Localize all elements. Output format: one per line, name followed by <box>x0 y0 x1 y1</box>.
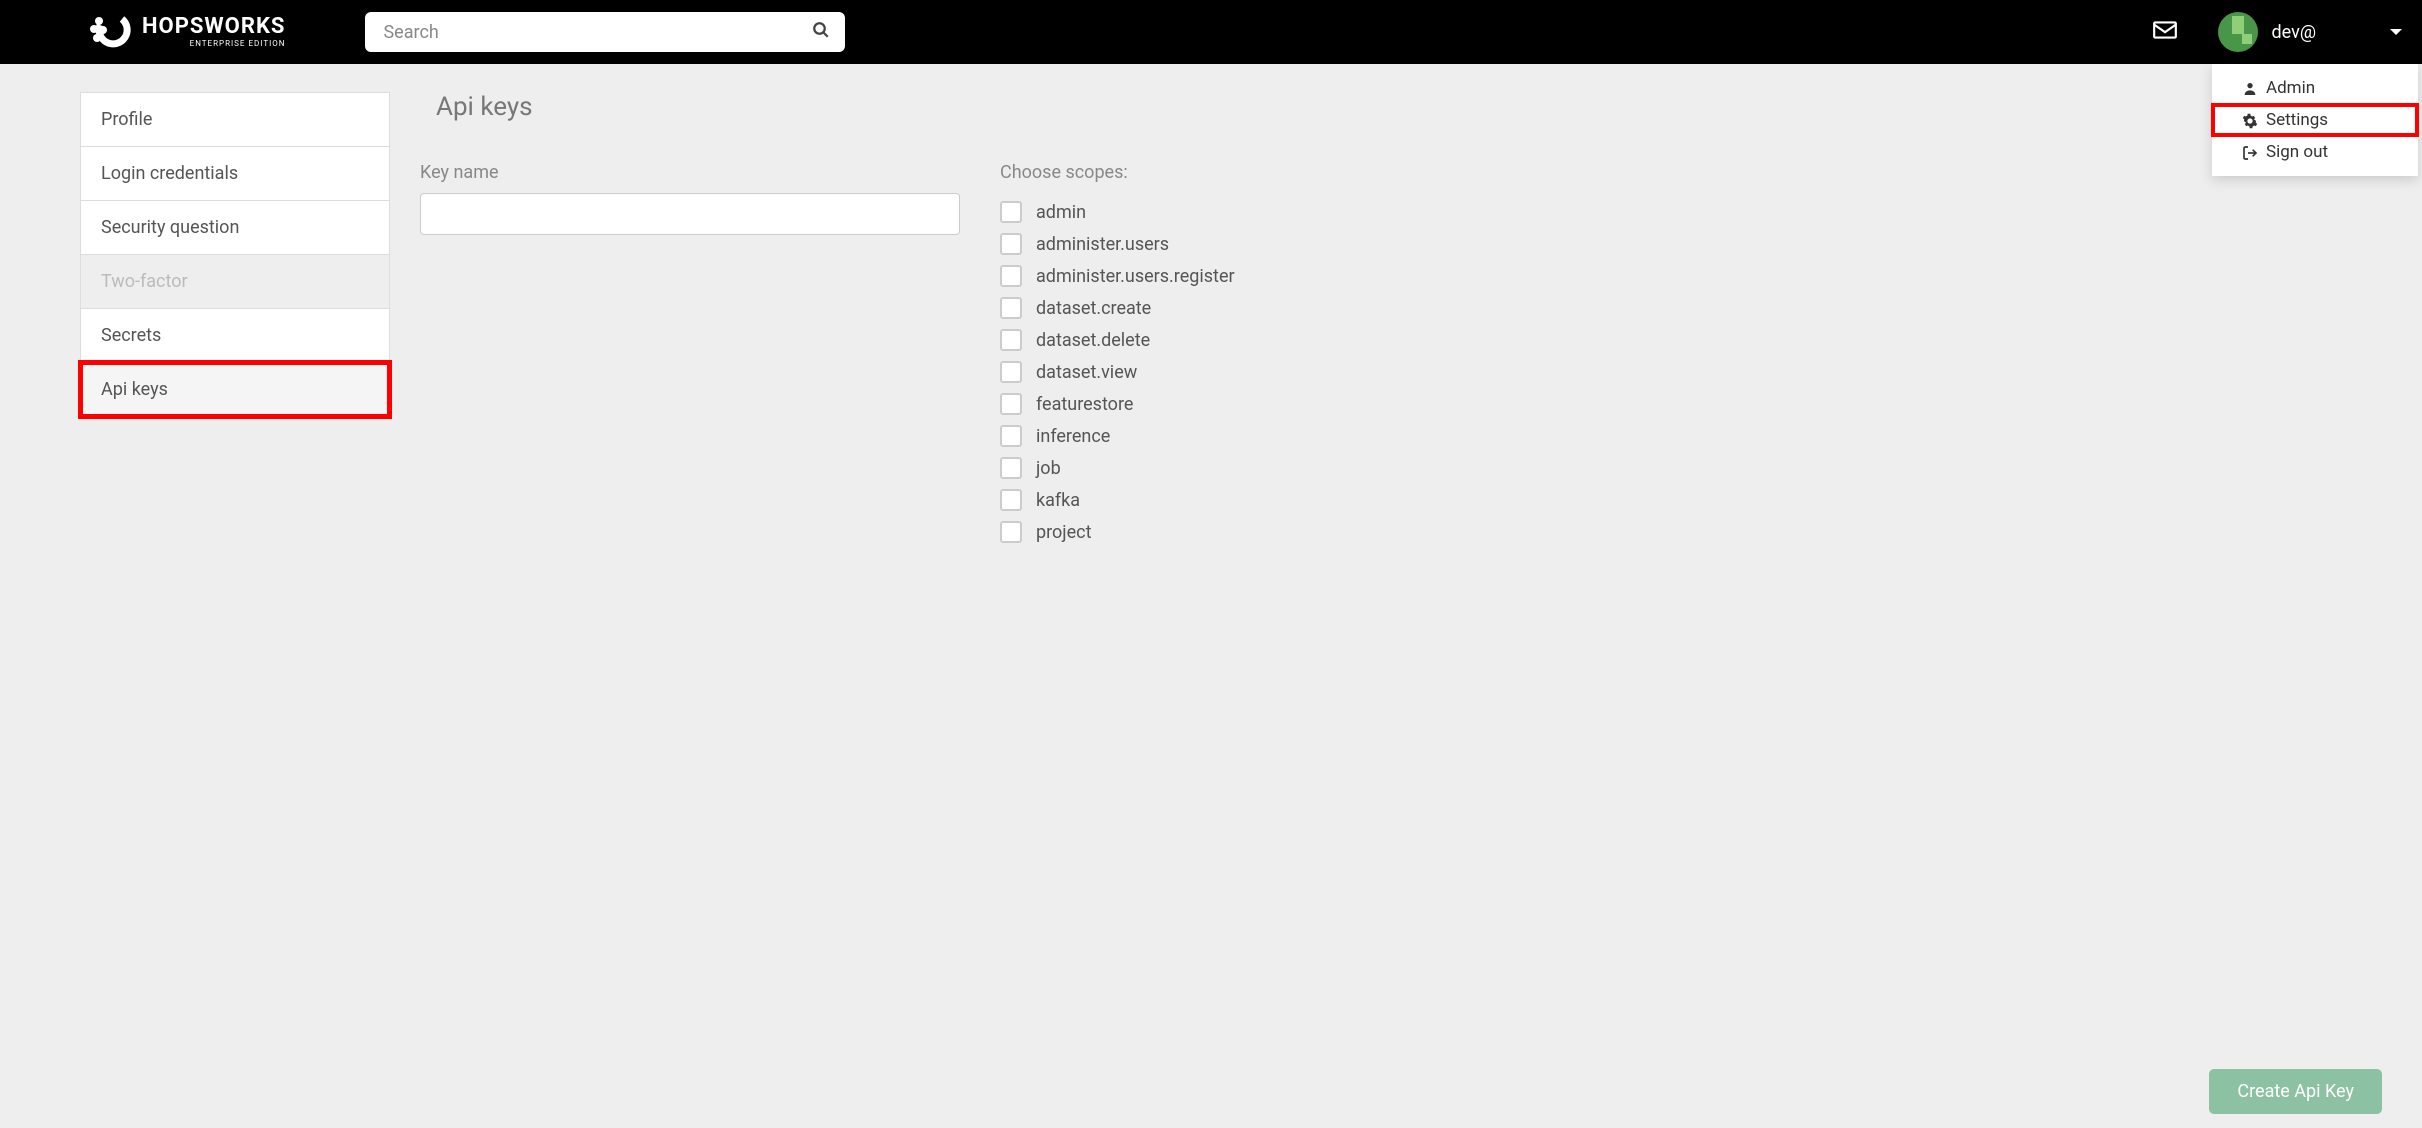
signout-icon <box>2242 142 2258 162</box>
scope-label: inference <box>1036 426 1110 447</box>
dropdown-item-settings[interactable]: Settings <box>2212 104 2418 136</box>
user-dropdown: Admin Settings Sign out <box>2212 64 2418 176</box>
content: Api keys Key name Choose scopes: adminad… <box>420 92 2342 553</box>
scope-item: inference <box>1000 425 2342 447</box>
sidebar-item-label: Security question <box>101 217 239 238</box>
sidebar-item-label: Login credentials <box>101 163 238 184</box>
scopes-list: admin administer.users administer.users.re… <box>1000 201 2342 543</box>
scope-checkbox-administer-users[interactable] <box>1000 233 1022 255</box>
dropdown-label: Settings <box>2266 110 2328 130</box>
admin-icon <box>2242 78 2258 98</box>
scope-checkbox-dataset-create[interactable] <box>1000 297 1022 319</box>
scope-item: kafka <box>1000 489 2342 511</box>
scope-item: job <box>1000 457 2342 479</box>
sidebar-item-label: Profile <box>101 109 152 130</box>
main: Profile Login credentials Security questio… <box>0 64 2422 583</box>
scope-label: kafka <box>1036 490 1080 511</box>
scope-checkbox-kafka[interactable] <box>1000 489 1022 511</box>
dropdown-item-signout[interactable]: Sign out <box>2212 136 2418 168</box>
sidebar-item-security-question[interactable]: Security question <box>81 201 389 255</box>
scope-label: dataset.delete <box>1036 330 1150 351</box>
scope-item: administer.users.register <box>1000 265 2342 287</box>
sidebar-item-label: Two-factor <box>101 271 188 292</box>
scope-label: dataset.create <box>1036 298 1151 319</box>
dropdown-label: Sign out <box>2266 142 2328 162</box>
scope-label: project <box>1036 522 1091 543</box>
sidebar-item-api-keys[interactable]: Api keys <box>81 363 389 416</box>
logo[interactable]: HOPSWORKS ENTERPRISE EDITION <box>90 11 285 53</box>
scope-checkbox-job[interactable] <box>1000 457 1022 479</box>
username: dev@ <box>2272 22 2316 43</box>
scope-checkbox-dataset-view[interactable] <box>1000 361 1022 383</box>
gear-icon <box>2242 110 2258 130</box>
scope-checkbox-administer-users-register[interactable] <box>1000 265 1022 287</box>
key-name-label: Key name <box>420 162 960 183</box>
scope-checkbox-dataset-delete[interactable] <box>1000 329 1022 351</box>
scope-item: admin <box>1000 201 2342 223</box>
scope-label: job <box>1036 458 1061 479</box>
sidebar-item-profile[interactable]: Profile <box>81 93 389 147</box>
scope-checkbox-project[interactable] <box>1000 521 1022 543</box>
dropdown-item-admin[interactable]: Admin <box>2212 72 2418 104</box>
logo-icon <box>90 11 132 53</box>
sidebar-item-label: Secrets <box>101 325 161 346</box>
sidebar-item-two-factor: Two-factor <box>81 255 389 309</box>
scope-label: administer.users <box>1036 234 1169 255</box>
scopes-label: Choose scopes: <box>1000 162 2342 183</box>
scope-checkbox-featurestore[interactable] <box>1000 393 1022 415</box>
scope-item: dataset.view <box>1000 361 2342 383</box>
sidebar-item-login-credentials[interactable]: Login credentials <box>81 147 389 201</box>
scope-item: dataset.create <box>1000 297 2342 319</box>
sidebar-item-secrets[interactable]: Secrets <box>81 309 389 363</box>
scope-checkbox-inference[interactable] <box>1000 425 1022 447</box>
key-name-input[interactable] <box>420 193 960 235</box>
search-wrap <box>365 12 845 52</box>
avatar <box>2218 12 2258 52</box>
logo-title: HOPSWORKS <box>142 16 285 38</box>
sidebar: Profile Login credentials Security questio… <box>80 92 390 417</box>
scope-checkbox-admin[interactable] <box>1000 201 1022 223</box>
search-icon[interactable] <box>812 21 830 43</box>
topbar: HOPSWORKS ENTERPRISE EDITION dev@ <box>0 0 2422 64</box>
mail-icon[interactable] <box>2152 17 2178 47</box>
scope-label: dataset.view <box>1036 362 1137 383</box>
scope-label: administer.users.register <box>1036 266 1235 287</box>
scope-label: featurestore <box>1036 394 1133 415</box>
page-title: Api keys <box>436 92 2342 122</box>
scope-item: dataset.delete <box>1000 329 2342 351</box>
logo-subtitle: ENTERPRISE EDITION <box>142 40 285 48</box>
chevron-down-icon <box>2390 29 2402 35</box>
dropdown-label: Admin <box>2266 78 2315 98</box>
search-input[interactable] <box>365 12 845 52</box>
scope-item: featurestore <box>1000 393 2342 415</box>
scope-item: project <box>1000 521 2342 543</box>
create-api-key-button[interactable]: Create Api Key <box>2209 1069 2382 1114</box>
sidebar-item-label: Api keys <box>101 379 168 400</box>
scope-item: administer.users <box>1000 233 2342 255</box>
scope-label: admin <box>1036 202 1086 223</box>
user-menu-trigger[interactable]: dev@ <box>2218 12 2402 52</box>
